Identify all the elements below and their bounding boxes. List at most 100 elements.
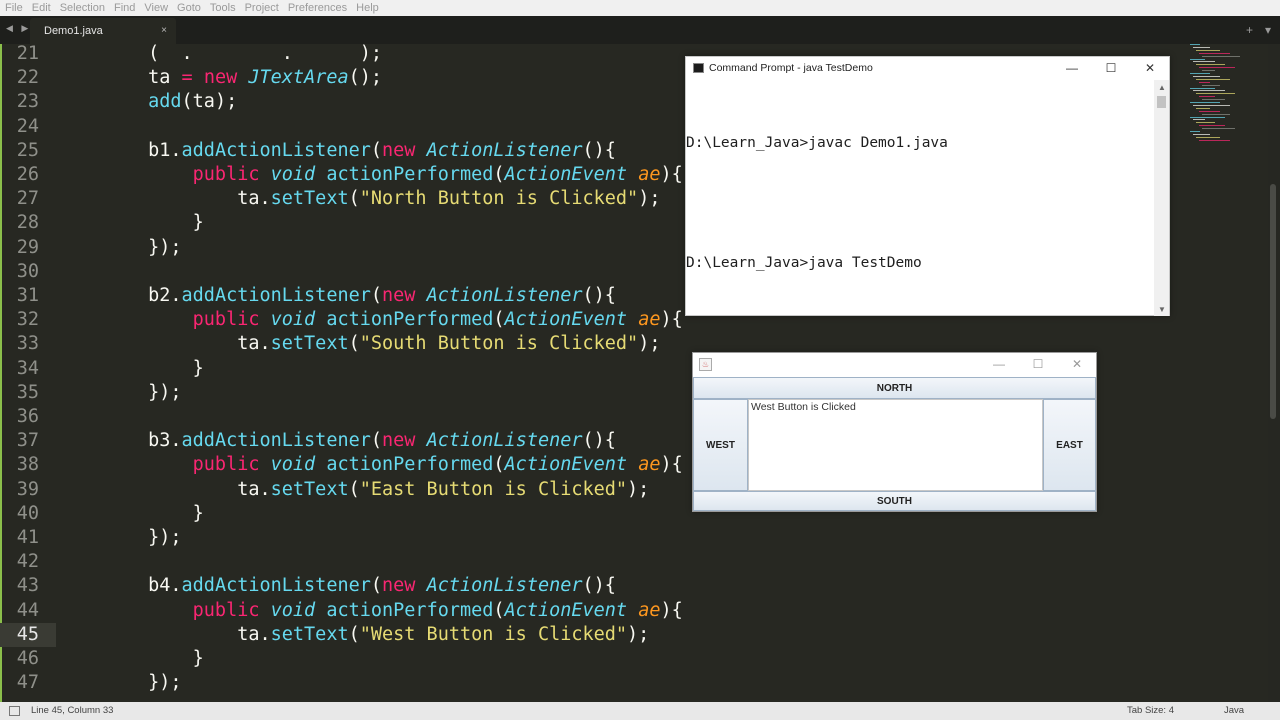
minimap-line [1202, 128, 1235, 130]
line-number: 32 [16, 309, 39, 331]
line-number: 28 [16, 212, 39, 234]
menu-item-file[interactable]: File [5, 0, 23, 16]
minimap-line [1199, 139, 1230, 141]
console-output[interactable]: D:\Learn_Java>javac Demo1.java D:\Learn_… [686, 93, 1156, 313]
north-button[interactable]: NORTH [693, 377, 1096, 399]
code-token: ActionListener [426, 430, 583, 452]
line-number: 33 [16, 333, 39, 355]
menu-item-preferences[interactable]: Preferences [288, 0, 347, 16]
code-token: addActionListener [181, 430, 371, 452]
syntax-selector[interactable]: Java [1224, 702, 1244, 720]
code-line[interactable]: 41 }); [0, 526, 1190, 550]
scroll-down-icon[interactable]: ▼ [1158, 305, 1166, 314]
code-token: "North Button is Clicked" [359, 188, 639, 210]
code-token: ); [627, 478, 650, 500]
menu-item-edit[interactable]: Edit [32, 0, 51, 16]
code-line[interactable]: 46 } [0, 647, 1190, 671]
tab-bar: ◀ ▶ Demo1.java × + ▾ [0, 16, 1280, 44]
maximize-button[interactable]: ☐ [1023, 357, 1053, 371]
swing-titlebar[interactable]: ♨ — ☐ ✕ [693, 353, 1096, 377]
tab-size-selector[interactable]: Tab Size: 4 [1127, 702, 1174, 720]
code-text: b1.addActionListener(new ActionListener(… [59, 139, 616, 163]
code-line[interactable]: 42 [0, 550, 1190, 574]
command-prompt-window[interactable]: Command Prompt - java TestDemo — ☐ ✕ D:\… [685, 56, 1170, 316]
east-button[interactable]: EAST [1043, 399, 1096, 491]
minimap-line [1190, 102, 1220, 103]
code-token: ( [370, 285, 383, 306]
code-token: addActionListener [181, 575, 371, 597]
menu-item-view[interactable]: View [144, 0, 168, 16]
scrollbar-thumb[interactable] [1270, 184, 1276, 419]
tab-nav-arrows-icon[interactable]: ◀ ▶ [6, 23, 31, 34]
minimize-button[interactable]: — [1053, 57, 1091, 80]
code-token: ActionEvent [504, 599, 628, 621]
tab-close-icon[interactable]: × [161, 18, 167, 44]
minimize-button[interactable]: — [984, 357, 1014, 371]
code-token: ( [370, 575, 383, 597]
minimap-line [1199, 67, 1235, 69]
line-number: 23 [16, 91, 39, 113]
line-number: 40 [16, 502, 39, 524]
code-token: setText [270, 478, 349, 500]
code-token: ( . . ); [59, 44, 383, 64]
menu-item-project[interactable]: Project [245, 0, 279, 16]
line-number: 24 [16, 115, 39, 137]
java-app-icon: ♨ [699, 358, 712, 371]
code-token: public [192, 309, 260, 331]
code-text: } [59, 357, 204, 381]
panel-toggle-icon[interactable] [9, 706, 20, 716]
code-line[interactable]: 47 }); [0, 671, 1190, 695]
code-line[interactable]: 44 public void actionPerformed(ActionEve… [0, 599, 1190, 623]
cmd-titlebar[interactable]: Command Prompt - java TestDemo — ☐ ✕ [686, 57, 1169, 80]
code-line[interactable]: 43 b4.addActionListener(new ActionListen… [0, 574, 1190, 598]
code-text: b4.addActionListener(new ActionListener(… [59, 574, 616, 598]
minimap-line [1202, 113, 1230, 115]
text-area[interactable]: West Button is Clicked [748, 399, 1043, 491]
code-token: new [382, 139, 416, 161]
code-text: b3.addActionListener(new ActionListener(… [59, 429, 616, 453]
menu-item-find[interactable]: Find [114, 0, 135, 16]
cmd-scrollbar[interactable]: ▲ ▼ [1154, 80, 1169, 316]
java-swing-window[interactable]: ♨ — ☐ ✕ NORTH WEST West Button is Clicke… [692, 352, 1097, 512]
new-tab-icon[interactable]: + [1246, 23, 1253, 37]
menu-item-help[interactable]: Help [356, 0, 379, 16]
south-button[interactable]: SOUTH [693, 491, 1096, 511]
code-text: } [59, 211, 204, 235]
code-token: (ta); [181, 91, 238, 113]
minimap-line [1193, 104, 1230, 106]
code-text: } [59, 647, 204, 671]
minimap-line [1196, 78, 1230, 80]
code-text: ( . . ); [59, 44, 382, 66]
maximize-button[interactable]: ☐ [1092, 57, 1130, 80]
minimap-line [1193, 46, 1210, 48]
code-token: void [270, 309, 316, 331]
tab-demo1-java[interactable]: Demo1.java × [30, 18, 176, 44]
close-button[interactable]: ✕ [1131, 57, 1169, 80]
menu-item-tools[interactable]: Tools [210, 0, 236, 16]
code-token: (){ [582, 139, 616, 161]
code-text: public void actionPerformed(ActionEvent … [59, 599, 683, 623]
scroll-up-icon[interactable]: ▲ [1158, 83, 1166, 92]
code-token: new [382, 285, 416, 306]
tab-list-icon[interactable]: ▾ [1265, 23, 1271, 37]
code-token: ( [370, 139, 383, 161]
code-line[interactable]: 45 ta.setText("West Button is Clicked"); [0, 622, 1190, 647]
minimap[interactable] [1186, 44, 1246, 144]
line-number: 30 [16, 260, 39, 282]
menu-item-goto[interactable]: Goto [177, 0, 201, 16]
close-button[interactable]: ✕ [1062, 357, 1092, 371]
west-button[interactable]: WEST [693, 399, 748, 491]
menu-item-selection[interactable]: Selection [60, 0, 105, 16]
status-bar: Line 45, Column 33 Tab Size: 4 Java [0, 702, 1280, 720]
editor-scrollbar[interactable] [1268, 44, 1280, 702]
cmd-scroll-thumb[interactable] [1157, 96, 1166, 108]
code-text: ta = new JTextArea(); [59, 66, 382, 90]
